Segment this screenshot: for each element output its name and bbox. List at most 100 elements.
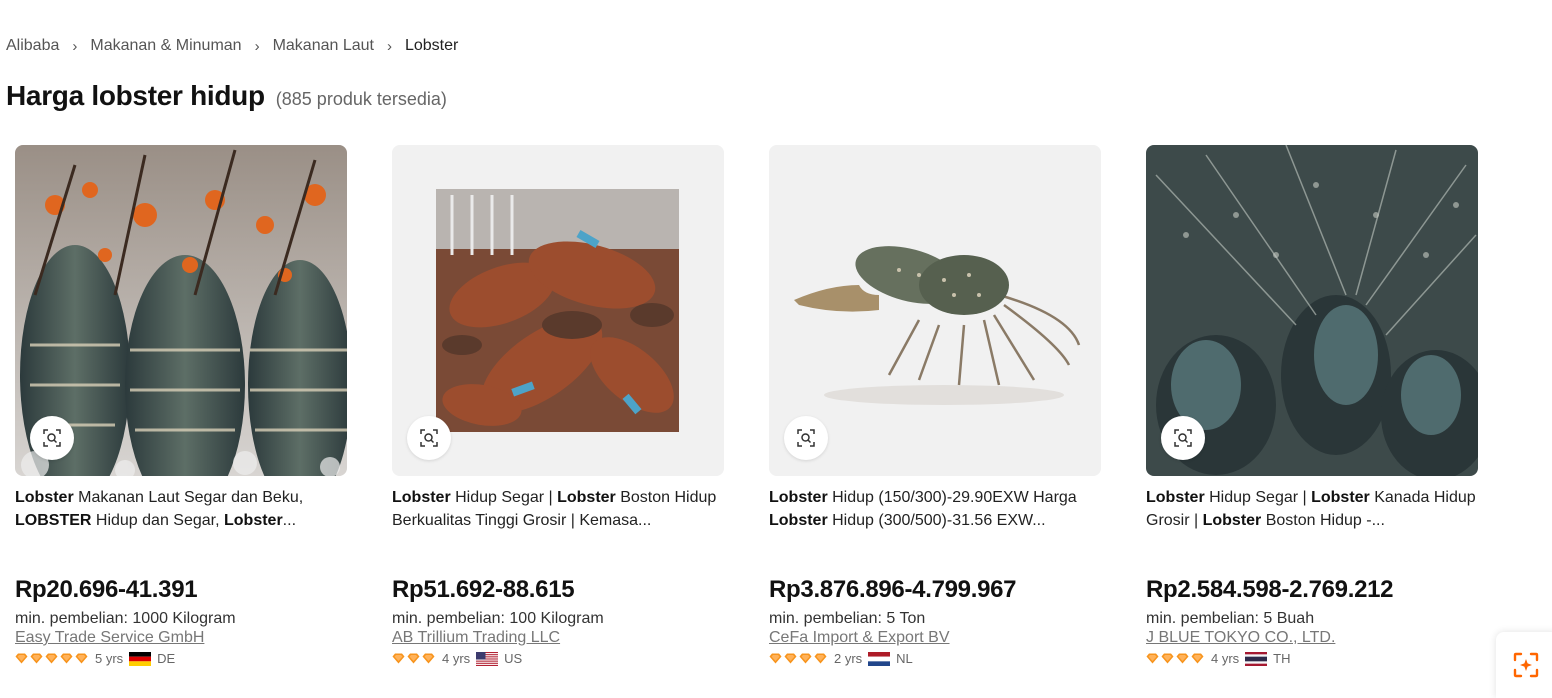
product-card[interactable]: Lobster Hidup (150/300)-29.90EXW Harga L…	[769, 145, 1101, 666]
product-card[interactable]: Lobster Hidup Segar | Lobster Boston Hid…	[392, 145, 724, 666]
supplier-country: NL	[896, 651, 913, 666]
title-text: Hidup Segar |	[1204, 489, 1312, 506]
product-price: Rp3.876.896-4.799.967	[769, 576, 1017, 603]
product-image[interactable]	[769, 145, 1101, 476]
product-title[interactable]: Lobster Hidup (150/300)-29.90EXW Harga L…	[769, 486, 1101, 532]
title-text: Hidup (300/500)-31.56 EXW...	[827, 512, 1046, 529]
title-keyword: Lobster	[769, 489, 828, 506]
title-text: Hidup dan Segar,	[91, 512, 224, 529]
product-title[interactable]: Lobster Hidup Segar | Lobster Kanada Hid…	[1146, 486, 1478, 532]
product-card[interactable]: Lobster Makanan Laut Segar dan Beku, LOB…	[15, 145, 347, 666]
supplier-diamond-icon	[45, 653, 58, 664]
supplier-diamond-icon	[799, 653, 812, 664]
breadcrumb: Alibaba › Makanan & Minuman › Makanan La…	[6, 37, 458, 55]
title-keyword: Lobster	[224, 512, 283, 529]
supplier-meta: 4 yrs US	[392, 651, 724, 666]
supplier-diamonds	[1146, 653, 1206, 664]
image-search-icon	[43, 429, 61, 447]
image-search-icon	[797, 429, 815, 447]
product-title[interactable]: Lobster Hidup Segar | Lobster Boston Hid…	[392, 486, 724, 532]
image-search-icon	[1513, 652, 1539, 678]
supplier-diamond-icon	[1191, 653, 1204, 664]
chevron-right-icon: ›	[72, 37, 78, 55]
image-search-icon	[1174, 429, 1192, 447]
supplier-meta: 2 yrs NL	[769, 651, 1101, 666]
product-card[interactable]: Lobster Hidup Segar | Lobster Kanada Hid…	[1146, 145, 1478, 666]
supplier-years: 4 yrs	[1211, 651, 1240, 666]
product-image[interactable]	[1146, 145, 1478, 476]
product-price: Rp20.696-41.391	[15, 576, 198, 603]
product-title[interactable]: Lobster Makanan Laut Segar dan Beku, LOB…	[15, 486, 347, 532]
image-search-float-button[interactable]	[1496, 632, 1552, 698]
supplier-years: 2 yrs	[834, 651, 863, 666]
supplier-diamond-icon	[30, 653, 43, 664]
page-heading: Harga lobster hidup (885 produk tersedia…	[6, 80, 447, 112]
chevron-right-icon: ›	[254, 37, 260, 55]
supplier-diamond-icon	[75, 653, 88, 664]
supplier-diamond-icon	[60, 653, 73, 664]
product-image[interactable]	[392, 145, 724, 476]
title-keyword: Lobster	[392, 489, 451, 506]
chevron-right-icon: ›	[386, 37, 392, 55]
title-keyword: Lobster	[1146, 489, 1205, 506]
product-grid: Lobster Makanan Laut Segar dan Beku, LOB…	[15, 145, 1478, 666]
title-keyword: Lobster	[1311, 489, 1370, 506]
supplier-diamond-icon	[15, 653, 28, 664]
supplier-country: US	[504, 651, 523, 666]
product-count: (885 produk tersedia)	[275, 89, 447, 109]
supplier-diamond-icon	[407, 653, 420, 664]
supplier-country: DE	[157, 651, 176, 666]
breadcrumb-alibaba[interactable]: Alibaba	[6, 37, 59, 55]
supplier-diamond-icon	[392, 653, 405, 664]
title-keyword: Lobster	[15, 489, 74, 506]
supplier-link[interactable]: CeFa Import & Export BV	[769, 629, 950, 647]
supplier-diamond-icon	[1176, 653, 1189, 664]
product-price: Rp51.692-88.615	[392, 576, 575, 603]
product-price: Rp2.584.598-2.769.212	[1146, 576, 1394, 603]
supplier-link[interactable]: AB Trillium Trading LLC	[392, 629, 560, 647]
title-text: Makanan Laut Segar dan Beku,	[73, 489, 304, 506]
supplier-years: 4 yrs	[442, 651, 471, 666]
product-moq: min. pembelian: 5 Ton	[769, 610, 926, 627]
supplier-years: 5 yrs	[95, 651, 124, 666]
breadcrumb-makanan-minuman[interactable]: Makanan & Minuman	[90, 37, 241, 55]
product-moq: min. pembelian: 5 Buah	[1146, 610, 1315, 627]
supplier-diamond-icon	[1146, 653, 1159, 664]
product-image[interactable]	[15, 145, 347, 476]
supplier-diamonds	[15, 653, 90, 664]
supplier-diamonds	[769, 653, 829, 664]
title-text: Hidup (150/300)-29.90EXW Harga	[827, 489, 1077, 506]
breadcrumb-current: Lobster	[404, 37, 459, 54]
supplier-diamonds	[392, 653, 437, 664]
image-search-button[interactable]	[784, 416, 828, 460]
image-search-icon	[420, 429, 438, 447]
supplier-country: TH	[1273, 651, 1291, 666]
germany-flag-icon	[129, 651, 152, 666]
supplier-link[interactable]: Easy Trade Service GmbH	[15, 629, 204, 647]
supplier-link[interactable]: J BLUE TOKYO CO., LTD.	[1146, 629, 1335, 647]
breadcrumb-makanan-laut[interactable]: Makanan Laut	[273, 37, 374, 55]
title-keyword: Lobster	[1202, 512, 1262, 529]
title-keyword: LOBSTER	[15, 512, 92, 529]
thailand-flag-icon	[1245, 651, 1268, 666]
supplier-diamond-icon	[769, 653, 782, 664]
title-text: ...	[282, 512, 297, 529]
title-text: Hidup Segar |	[450, 489, 558, 506]
image-search-button[interactable]	[30, 416, 74, 460]
usa-flag-icon	[476, 651, 499, 666]
supplier-meta: 5 yrs DE	[15, 651, 347, 666]
title-keyword: Lobster	[769, 512, 828, 529]
supplier-diamond-icon	[784, 653, 797, 664]
supplier-diamond-icon	[1161, 653, 1174, 664]
netherlands-flag-icon	[868, 651, 891, 666]
image-search-button[interactable]	[407, 416, 451, 460]
supplier-diamond-icon	[422, 653, 435, 664]
product-moq: min. pembelian: 100 Kilogram	[392, 610, 604, 627]
image-search-button[interactable]	[1161, 416, 1205, 460]
title-keyword: Lobster	[557, 489, 616, 506]
supplier-meta: 4 yrs TH	[1146, 651, 1478, 666]
supplier-diamond-icon	[814, 653, 827, 664]
page-title: Harga lobster hidup	[6, 80, 265, 111]
product-moq: min. pembelian: 1000 Kilogram	[15, 610, 236, 627]
title-text: Boston Hidup -...	[1261, 512, 1385, 529]
